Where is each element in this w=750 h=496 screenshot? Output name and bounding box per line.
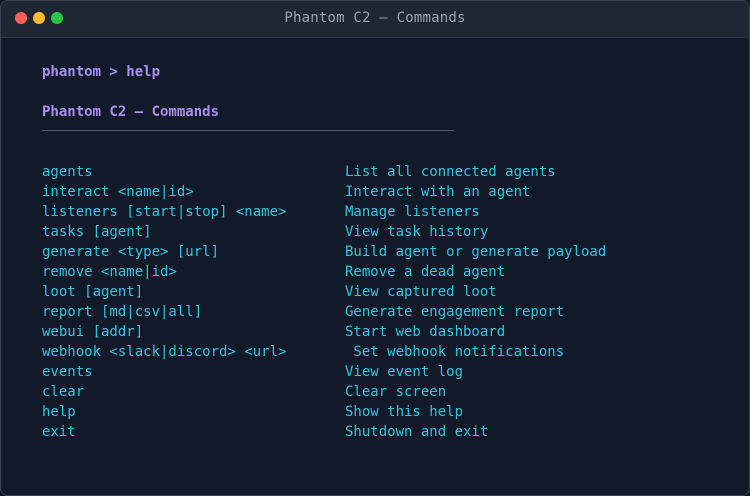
command-row: loot [agent] View captured loot — [42, 282, 642, 302]
command-syntax: report [md|csv|all] — [42, 304, 203, 320]
command-description: View task history — [345, 224, 489, 240]
command-syntax: webhook <slack|discord> <url> — [42, 344, 287, 360]
command-row: help Show this help — [42, 402, 642, 422]
title-bar: Phantom C2 — Commands — [1, 1, 749, 38]
command-syntax: listeners [start|stop] <name> — [42, 204, 287, 220]
command-row: listeners [start|stop] <name> Manage list… — [42, 202, 642, 222]
command-row: agents List all connected agents — [42, 162, 642, 182]
command-syntax: generate <type> [url] — [42, 244, 220, 260]
command-row: generate <type> [url] Build agent or gene… — [42, 242, 642, 262]
command-row: clear Clear screen — [42, 382, 642, 402]
terminal-window: Phantom C2 — Commands phantom > help Pha… — [0, 0, 750, 496]
command-description: Generate engagement report — [345, 304, 565, 320]
command-description: Build agent or generate payload — [345, 244, 607, 260]
command-syntax: webui [addr] — [42, 324, 144, 340]
command-description: Clear screen — [345, 384, 447, 400]
command-syntax: help — [42, 404, 76, 420]
command-description: View event log — [345, 364, 464, 380]
command-syntax: remove <name|id> — [42, 264, 177, 280]
command-description: Shutdown and exit — [345, 424, 489, 440]
command-syntax: tasks [agent] — [42, 224, 152, 240]
command-description: Interact with an agent — [345, 184, 531, 200]
help-heading: Phantom C2 — Commands — [42, 104, 220, 120]
command-syntax: clear — [42, 384, 85, 400]
command-description: Manage listeners — [345, 204, 480, 220]
command-row: tasks [agent] View task history — [42, 222, 642, 242]
command-description: View captured loot — [345, 284, 497, 300]
command-syntax: exit — [42, 424, 76, 440]
command-description: List all connected agents — [345, 164, 556, 180]
command-description: Remove a dead agent — [345, 264, 506, 280]
command-row: remove <name|id> Remove a dead agent — [42, 262, 642, 282]
heading-divider — [42, 130, 454, 131]
window-title: Phantom C2 — Commands — [284, 10, 466, 26]
command-description: Set webhook notifications — [345, 344, 565, 360]
command-syntax: agents — [42, 164, 93, 180]
command-list: agents List all connected agents interact … — [42, 162, 642, 442]
command-row: events View event log — [42, 362, 642, 382]
command-row: report [md|csv|all] Generate engagement r… — [42, 302, 642, 322]
command-syntax: events — [42, 364, 93, 380]
command-prompt-line: phantom > help — [42, 64, 161, 80]
command-row: webui [addr] Start web dashboard — [42, 322, 642, 342]
command-row: webhook <slack|discord> <url> Set webhoo… — [42, 342, 642, 362]
command-description: Show this help — [345, 404, 464, 420]
command-syntax: loot [agent] — [42, 284, 144, 300]
command-row: interact <name|id> Interact with an agent — [42, 182, 642, 202]
command-syntax: interact <name|id> — [42, 184, 194, 200]
command-description: Start web dashboard — [345, 324, 506, 340]
command-row: exit Shutdown and exit — [42, 422, 642, 442]
